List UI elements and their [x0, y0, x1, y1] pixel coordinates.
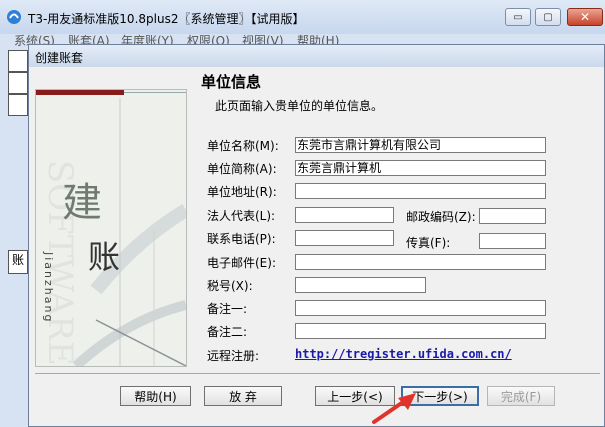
email-label: 电子邮件(E):	[207, 256, 276, 270]
close-icon: ✕	[579, 10, 591, 24]
note2-label: 备注二:	[207, 325, 248, 339]
close-button[interactable]: ✕	[567, 8, 603, 26]
cancel-button-label: 放 弃	[229, 389, 257, 404]
app-logo-icon	[7, 10, 21, 24]
finish-button[interactable]: 完成(F)	[487, 386, 555, 406]
bg-table-cell	[8, 72, 28, 94]
bg-table-cell	[8, 50, 28, 72]
section-title: 单位信息	[201, 73, 262, 91]
unit-name-label: 单位名称(M):	[207, 139, 279, 153]
remote-register-label: 远程注册:	[207, 349, 260, 363]
remote-register-link[interactable]: http://tregister.ufida.com.cn/	[295, 347, 512, 361]
legal-rep-label: 法人代表(L):	[207, 209, 276, 223]
title-bar[interactable]: T3-用友通标准版10.8plus2〖系统管理〗【试用版】 ▭ ▢ ✕	[0, 0, 605, 34]
next-button-label: 下一步(>)	[412, 389, 468, 404]
help-button-label: 帮助(H)	[134, 389, 177, 404]
maximize-button[interactable]: ▢	[535, 8, 561, 26]
fax-label: 传真(F):	[406, 236, 451, 250]
annotation-arrow-icon	[372, 393, 416, 424]
unit-address-label: 单位地址(R):	[207, 185, 277, 199]
phone-label: 联系电话(P):	[207, 232, 276, 246]
create-account-dialog: 创建账套 SOFTWARE 建 账 Jianzhang 单位信息 此页面输入贵单…	[28, 44, 605, 427]
bg-table-cell	[8, 94, 28, 116]
unit-name-input[interactable]: 东莞市言鼎计算机有限公司	[295, 137, 546, 153]
tax-number-input[interactable]	[295, 277, 426, 293]
help-button[interactable]: 帮助(H)	[120, 386, 191, 406]
legal-rep-input[interactable]	[295, 207, 394, 223]
bg-table-label: 账	[8, 250, 28, 274]
postcode-input[interactable]	[479, 208, 546, 224]
tax-number-label: 税号(X):	[207, 279, 253, 293]
note1-label: 备注一:	[207, 302, 248, 316]
dialog-title: 创建账套	[35, 51, 84, 65]
minimize-button[interactable]: ▭	[505, 8, 531, 26]
section-description: 此页面输入贵单位的单位信息。	[215, 99, 384, 113]
dialog-title-bar[interactable]: 创建账套	[29, 45, 604, 67]
postcode-label: 邮政编码(Z):	[406, 210, 476, 224]
window-title: T3-用友通标准版10.8plus2〖系统管理〗【试用版】	[28, 12, 305, 26]
cancel-button[interactable]: 放 弃	[204, 386, 282, 406]
maximize-icon: ▢	[543, 11, 553, 23]
side-char-jian: 建	[62, 180, 102, 226]
unit-short-name-label: 单位简称(A):	[207, 162, 277, 176]
unit-short-name-input[interactable]: 东莞言鼎计算机	[295, 160, 546, 176]
phone-input[interactable]	[295, 230, 394, 246]
side-char-zhang: 账	[88, 238, 121, 276]
finish-button-label: 完成(F)	[500, 389, 542, 404]
decorative-side-panel: SOFTWARE 建 账 Jianzhang	[35, 89, 187, 367]
note2-input[interactable]	[295, 323, 546, 339]
unit-address-input[interactable]	[295, 183, 546, 199]
fax-input[interactable]	[479, 233, 546, 249]
side-vertical-text: Jianzhang	[42, 252, 55, 324]
button-separator	[35, 373, 600, 374]
note1-input[interactable]	[295, 300, 546, 316]
email-input[interactable]	[295, 254, 546, 270]
minimize-icon: ▭	[513, 11, 523, 23]
